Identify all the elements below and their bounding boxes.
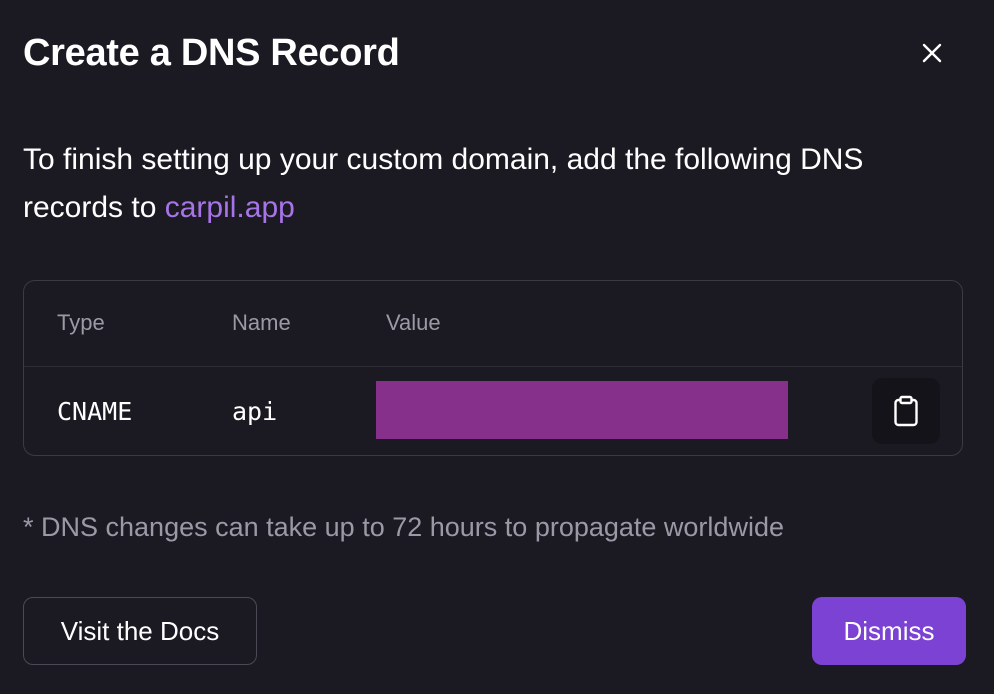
copy-value-button[interactable]: [872, 378, 940, 444]
intro-message: To finish setting up your custom domain,…: [23, 143, 864, 224]
record-type: CNAME: [57, 397, 133, 426]
table-header: Type Name Value: [24, 281, 962, 367]
create-dns-record-dialog: Create a DNS Record To finish setting up…: [0, 0, 994, 694]
table-row: CNAME api: [24, 367, 962, 455]
clipboard-icon: [894, 395, 918, 427]
column-header-value: Value: [386, 310, 441, 335]
close-icon: [922, 43, 942, 63]
record-name: api: [232, 397, 278, 426]
column-header-type: Type: [57, 310, 105, 335]
domain-name: carpil.app: [164, 191, 295, 224]
dialog-title: Create a DNS Record: [23, 32, 400, 74]
visit-docs-button[interactable]: Visit the Docs: [23, 597, 257, 665]
dismiss-button[interactable]: Dismiss: [812, 597, 966, 665]
propagation-note: * DNS changes can take up to 72 hours to…: [23, 512, 784, 542]
close-button[interactable]: [912, 33, 952, 73]
record-value-redacted: [376, 381, 788, 439]
dns-records-table: Type Name Value CNAME api: [23, 280, 963, 456]
column-header-name: Name: [232, 310, 291, 335]
intro-text: To finish setting up your custom domain,…: [23, 136, 963, 232]
